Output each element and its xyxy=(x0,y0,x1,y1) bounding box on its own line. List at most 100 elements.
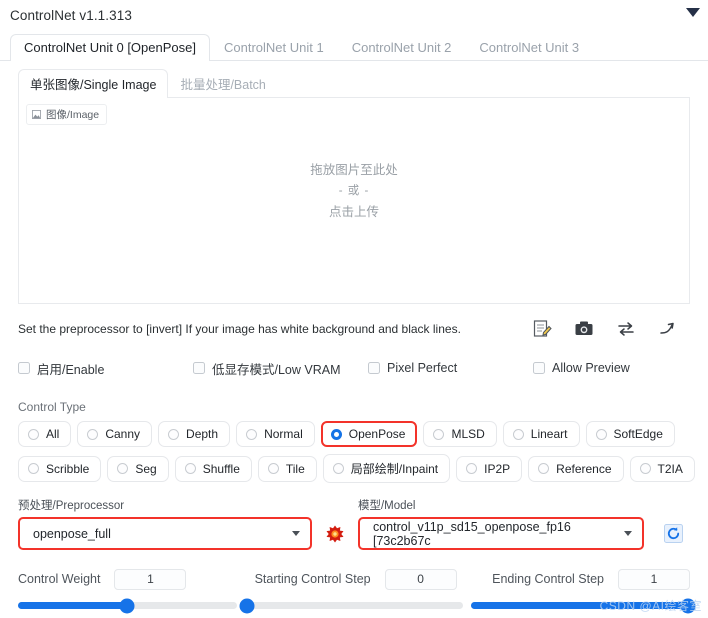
controlnet-panel: ControlNet v1.1.313 ControlNet Unit 0 [O… xyxy=(0,0,708,618)
chevron-down-icon[interactable] xyxy=(292,531,301,536)
control-type-scribble[interactable]: Scribble xyxy=(18,455,102,482)
ending-step-value[interactable]: 1 xyxy=(618,568,690,590)
radio-dot[interactable] xyxy=(466,463,478,474)
run-preprocessor-cell xyxy=(312,517,358,550)
unit-body: 单张图像/Single Image 批量处理/Batch 图像/Image 拖放… xyxy=(0,61,708,613)
refresh-models-cell xyxy=(644,517,690,550)
control-type-shuffle[interactable]: Shuffle xyxy=(174,455,252,482)
dropzone-instructions[interactable]: 拖放图片至此处 - 或 - 点击上传 xyxy=(19,160,689,223)
radio-dot[interactable] xyxy=(168,428,180,440)
option-checkbox-row: 启用/Enable 低显存模式/Low VRAM Pixel Perfect A… xyxy=(18,354,690,382)
control-type-label-text: Depth xyxy=(186,427,219,441)
chevron-down-icon[interactable] xyxy=(686,8,700,17)
control-type-lineart[interactable]: Lineart xyxy=(502,421,580,447)
slider-label-row: Control Weight 1 Starting Control Step 0… xyxy=(18,567,690,591)
control-type-inpaint[interactable]: 局部绘制/Inpaint xyxy=(322,454,451,483)
starting-step-group: Starting Control Step 0 xyxy=(254,568,493,590)
control-type-mlsd[interactable]: MLSD xyxy=(423,421,497,447)
radio-dot[interactable] xyxy=(87,428,99,440)
slider-thumb[interactable] xyxy=(119,598,135,613)
control-type-openpose[interactable]: OpenPose xyxy=(320,421,418,447)
control-type-normal[interactable]: Normal xyxy=(236,421,315,447)
model-group: 模型/Model control_v11p_sd15_openpose_fp16… xyxy=(357,497,645,550)
starting-step-label: Starting Control Step xyxy=(254,572,371,586)
swap-arrows-icon[interactable] xyxy=(616,319,636,339)
radio-dot[interactable] xyxy=(639,463,651,474)
control-type-label-text: Tile xyxy=(285,461,305,476)
image-chip-label: 图像/Image xyxy=(46,109,100,121)
control-type-reference[interactable]: Reference xyxy=(528,455,624,482)
checkbox-label: Pixel Perfect xyxy=(387,361,458,375)
radio-dot[interactable] xyxy=(246,428,258,440)
control-type-label-text: Lineart xyxy=(530,427,568,441)
model-select[interactable]: control_v11p_sd15_openpose_fp16 [73c2b67… xyxy=(357,517,645,550)
control-weight-value[interactable]: 1 xyxy=(114,568,187,590)
ending-step-group: Ending Control Step 1 xyxy=(492,568,690,590)
dropzone-line-3: 点击上传 xyxy=(328,205,379,219)
control-weight-group: Control Weight 1 xyxy=(18,568,255,590)
radio-dot[interactable] xyxy=(512,428,524,440)
image-dropzone[interactable]: 图像/Image 拖放图片至此处 - 或 - 点击上传 xyxy=(18,98,690,304)
slider-fill xyxy=(471,602,691,609)
control-type-label-text: Canny xyxy=(105,427,141,441)
slider-fill xyxy=(18,602,128,609)
control-type-label-text: Shuffle xyxy=(202,461,240,476)
checkbox-box[interactable] xyxy=(533,362,545,374)
starting-step-value[interactable]: 0 xyxy=(384,568,457,590)
checkbox-enable[interactable]: 启用/Enable xyxy=(18,359,193,378)
radio-dot[interactable] xyxy=(28,428,39,440)
tab-unit-2[interactable]: ControlNet Unit 2 xyxy=(338,34,466,61)
control-type-canny[interactable]: Canny xyxy=(77,421,153,447)
preprocessor-select[interactable]: openpose_full xyxy=(18,517,313,550)
control-type-t2ia[interactable]: T2IA xyxy=(629,455,695,482)
edit-note-icon[interactable] xyxy=(532,319,552,339)
control-type-label-text: MLSD xyxy=(451,427,485,441)
image-chip: 图像/Image xyxy=(26,104,108,125)
radio-dot[interactable] xyxy=(332,463,344,474)
radio-dot[interactable] xyxy=(267,463,279,474)
radio-dot[interactable] xyxy=(433,428,445,440)
model-label: 模型/Model xyxy=(357,500,416,512)
control-type-label-text: 局部绘制/Inpaint xyxy=(350,462,439,476)
checkbox-box[interactable] xyxy=(18,362,30,374)
radio-dot[interactable] xyxy=(28,463,39,474)
radio-dot[interactable] xyxy=(330,428,342,440)
burst-icon[interactable] xyxy=(326,525,344,543)
radio-dot[interactable] xyxy=(184,463,196,474)
tab-unit-0[interactable]: ControlNet Unit 0 [OpenPose] xyxy=(10,34,210,61)
ending-step-label: Ending Control Step xyxy=(492,572,604,586)
control-type-depth[interactable]: Depth xyxy=(158,421,231,447)
tab-batch[interactable]: 批量处理/Batch xyxy=(168,69,277,98)
starting-step-slider[interactable] xyxy=(239,598,464,613)
checkbox-box[interactable] xyxy=(368,362,380,374)
radio-dot[interactable] xyxy=(117,463,129,474)
control-type-all[interactable]: All xyxy=(18,421,72,447)
dropzone-line-1: 拖放图片至此处 xyxy=(310,163,398,177)
checkbox-box[interactable] xyxy=(193,362,205,374)
panel-header: ControlNet v1.1.313 xyxy=(0,0,708,31)
control-type-ip2p[interactable]: IP2P xyxy=(456,455,523,482)
slider-thumb[interactable] xyxy=(680,598,696,613)
control-type-label-text: OpenPose xyxy=(348,427,406,441)
tab-unit-3[interactable]: ControlNet Unit 3 xyxy=(465,34,593,61)
control-type-label: Control Type xyxy=(18,400,86,414)
radio-dot[interactable] xyxy=(595,428,607,440)
chevron-down-icon[interactable] xyxy=(624,531,633,536)
camera-icon[interactable] xyxy=(574,319,594,339)
control-weight-slider[interactable] xyxy=(18,598,237,613)
ending-step-slider[interactable] xyxy=(471,598,696,613)
checkbox-low-vram[interactable]: 低显存模式/Low VRAM xyxy=(193,359,368,378)
control-type-softedge[interactable]: SoftEdge xyxy=(585,421,675,447)
preprocessor-group: 预处理/Preprocessor openpose_full xyxy=(18,497,313,550)
radio-dot[interactable] xyxy=(538,463,550,474)
checkbox-allow-preview[interactable]: Allow Preview xyxy=(533,361,630,375)
tab-unit-1[interactable]: ControlNet Unit 1 xyxy=(210,34,338,61)
control-type-seg[interactable]: Seg xyxy=(107,455,169,482)
tab-single-image[interactable]: 单张图像/Single Image xyxy=(18,69,169,98)
control-type-tile[interactable]: Tile xyxy=(257,455,317,482)
checkbox-pixel-perfect[interactable]: Pixel Perfect xyxy=(368,361,533,375)
refresh-icon[interactable] xyxy=(663,524,683,543)
arrow-out-icon[interactable] xyxy=(658,319,678,339)
control-type-row-1: All Canny Depth Normal OpenPose MLSD Lin… xyxy=(18,421,690,447)
slider-thumb[interactable] xyxy=(239,598,255,613)
